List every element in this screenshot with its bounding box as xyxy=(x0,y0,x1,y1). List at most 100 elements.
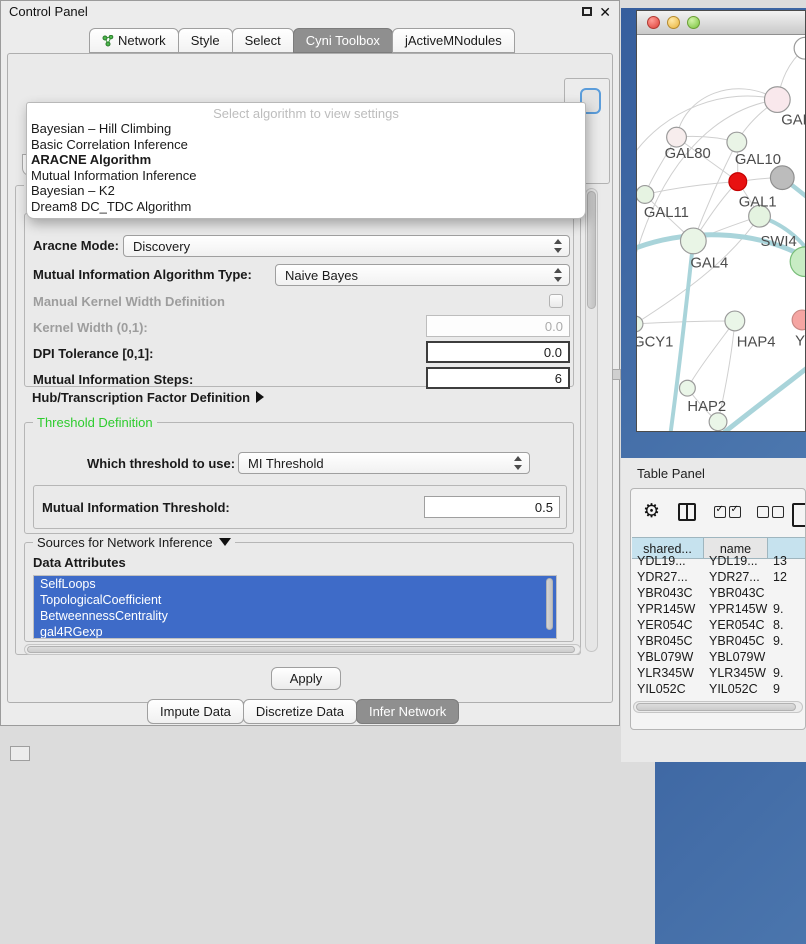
algorithm-option-bayesian-hill-climbing[interactable]: Bayesian – Hill Climbing xyxy=(27,121,585,137)
dpi-tolerance-field[interactable]: 0.0 xyxy=(426,341,570,363)
desktop: { "colors": { "selection_blue": "#3e6bc8… xyxy=(0,0,806,762)
mi-threshold-value: 0.5 xyxy=(535,500,553,515)
table-row[interactable]: YBR043CYBR043C xyxy=(632,585,806,601)
network-view-window: GALGAL80GAL10GAL1GAL11GAL4SWI4GCY1HAP4YH… xyxy=(636,10,806,432)
cp-bottom-tabbar: Impute DataDiscretize DataInfer Network xyxy=(147,699,458,724)
algorithm-option-aracne-algorithm[interactable]: ARACNE Algorithm xyxy=(27,152,585,168)
algorithm-option-bayesian-k2[interactable]: Bayesian – K2 xyxy=(27,183,585,199)
which-threshold-combo[interactable]: MI Threshold xyxy=(238,452,530,474)
network-node-gal11[interactable] xyxy=(637,186,654,204)
kernel-width-field[interactable]: 0.0 xyxy=(426,315,570,337)
tab-label: Select xyxy=(245,33,281,48)
tab-infer-network[interactable]: Infer Network xyxy=(356,699,459,724)
network-edge xyxy=(687,321,734,388)
network-edge-thick xyxy=(724,363,805,432)
network-node-gal[interactable] xyxy=(764,87,790,113)
network-node[interactable] xyxy=(709,413,727,431)
tab-network[interactable]: Network xyxy=(89,28,179,53)
mi-steps-field[interactable]: 6 xyxy=(426,367,570,389)
table-panel-region: Table Panel ⚙ shared...nameYDL19...YDL19… xyxy=(621,458,806,762)
settings-scrollbar[interactable] xyxy=(585,188,598,652)
network-node-gcy1[interactable] xyxy=(637,316,643,332)
algorithm-option-dream8-dc-tdc-algorithm[interactable]: Dream8 DC_TDC Algorithm xyxy=(27,199,585,215)
network-canvas[interactable]: GALGAL80GAL10GAL1GAL11GAL4SWI4GCY1HAP4YH… xyxy=(637,35,805,432)
tab-cyni-toolbox[interactable]: Cyni Toolbox xyxy=(293,28,393,53)
collapsed-panel-icon[interactable] xyxy=(10,746,30,761)
table-row[interactable]: YIL052CYIL052C9 xyxy=(632,681,806,697)
table-cell: YBR045C xyxy=(632,633,704,649)
algorithm-option-mutual-information-inference[interactable]: Mutual Information Inference xyxy=(27,168,585,184)
split-columns-icon[interactable] xyxy=(678,503,696,521)
tab-select[interactable]: Select xyxy=(232,28,294,53)
attribute-item-betweennesscentrality[interactable]: BetweennessCentrality xyxy=(34,608,556,624)
sources-legend[interactable]: Sources for Network Inference xyxy=(33,535,235,550)
table-row[interactable]: YDL19...YDL19...13 xyxy=(632,553,806,569)
table-row[interactable]: YLR345WYLR345W9. xyxy=(632,665,806,681)
aracne-mode-label: Aracne Mode: xyxy=(33,238,119,253)
float-window-icon[interactable] xyxy=(582,7,592,16)
control-panel-title: Control Panel xyxy=(1,1,619,23)
export-table-icon[interactable] xyxy=(792,503,806,527)
attribute-item-topologicalcoefficient[interactable]: TopologicalCoefficient xyxy=(34,592,556,608)
network-node-hap4[interactable] xyxy=(725,311,745,331)
attribute-item-gal4rgexp[interactable]: gal4RGexp xyxy=(34,624,556,639)
gear-icon[interactable]: ⚙ xyxy=(643,502,660,522)
close-traffic-light[interactable] xyxy=(647,16,660,29)
close-icon[interactable]: ✕ xyxy=(599,4,611,21)
mi-type-label: Mutual Information Algorithm Type: xyxy=(33,267,252,282)
attribute-list-scrollbar[interactable] xyxy=(545,578,554,636)
network-node-y[interactable] xyxy=(792,310,805,330)
table-row[interactable]: YER054CYER054C8. xyxy=(632,617,806,633)
table-row[interactable]: YBR045CYBR045C9. xyxy=(632,633,806,649)
node-table: shared...nameYDL19...YDL19...13YDR27...Y… xyxy=(632,537,806,700)
tab-impute-data[interactable]: Impute Data xyxy=(147,699,244,724)
cyni-algorithm-settings-group: Cyni Algorithm Settings Algorithm Defini… xyxy=(15,185,581,655)
unchecked-box-icon xyxy=(772,506,784,518)
table-cell: YBR043C xyxy=(704,585,768,601)
network-node[interactable] xyxy=(794,37,805,59)
table-cell xyxy=(768,649,806,665)
algorithm-dropdown-list: Select algorithm to view settings Bayesi… xyxy=(26,102,586,219)
table-row[interactable]: YDR27...YDR27...12 xyxy=(632,569,806,585)
table-row[interactable]: YPR145WYPR145W9. xyxy=(632,601,806,617)
zoom-traffic-light[interactable] xyxy=(687,16,700,29)
hub-definition-toggle[interactable]: Hub/Transcription Factor Definition xyxy=(32,390,264,405)
tab-discretize-data[interactable]: Discretize Data xyxy=(243,699,357,724)
spinner-arrows-icon xyxy=(554,267,563,283)
apply-button[interactable]: Apply xyxy=(271,667,341,690)
select-all-columns-icon[interactable] xyxy=(714,506,741,518)
network-node-gal4[interactable] xyxy=(680,228,706,254)
attribute-item-selfloops[interactable]: SelfLoops xyxy=(34,576,556,592)
table-cell: 12 xyxy=(768,569,806,585)
table-cell: YBL079W xyxy=(632,649,704,665)
aracne-mode-combo[interactable]: Discovery xyxy=(123,235,570,257)
table-horizontal-scrollbar[interactable] xyxy=(633,701,803,713)
node-label-gal1: GAL1 xyxy=(739,194,777,210)
manual-kernel-checkbox[interactable] xyxy=(549,294,563,308)
splitter-handle[interactable] xyxy=(612,369,621,380)
mi-type-combo[interactable]: Naive Bayes xyxy=(275,264,570,286)
tab-label: Network xyxy=(118,33,166,48)
sources-legend-text: Sources for Network Inference xyxy=(37,535,213,550)
table-cell: YLR345W xyxy=(632,665,704,681)
data-attributes-list: SelfLoopsTopologicalCoefficientBetweenne… xyxy=(33,575,557,639)
table-panel: ⚙ shared...nameYDL19...YDL19...13YDR27..… xyxy=(630,488,806,730)
node-label-y: Y xyxy=(795,334,805,350)
network-node-gal1[interactable] xyxy=(729,173,747,191)
node-label-gal: GAL xyxy=(781,112,805,128)
network-node-gal80[interactable] xyxy=(667,127,687,147)
deselect-all-columns-icon[interactable] xyxy=(757,506,784,518)
algorithm-option-basic-correlation-inference[interactable]: Basic Correlation Inference xyxy=(27,137,585,153)
tab-style[interactable]: Style xyxy=(178,28,233,53)
mi-steps-value: 6 xyxy=(555,371,562,386)
network-node[interactable] xyxy=(770,166,794,190)
mi-threshold-field[interactable]: 0.5 xyxy=(424,496,560,518)
table-row[interactable]: YBL079WYBL079W xyxy=(632,649,806,665)
tab-jactivemnodules[interactable]: jActiveMNodules xyxy=(392,28,515,53)
network-node-gal10[interactable] xyxy=(727,132,747,152)
network-node-hap2[interactable] xyxy=(679,380,695,396)
spinner-arrows-icon xyxy=(554,238,563,254)
table-cell: YBL079W xyxy=(704,649,768,665)
sources-horizontal-scrollbar[interactable] xyxy=(24,644,581,655)
minimize-traffic-light[interactable] xyxy=(667,16,680,29)
